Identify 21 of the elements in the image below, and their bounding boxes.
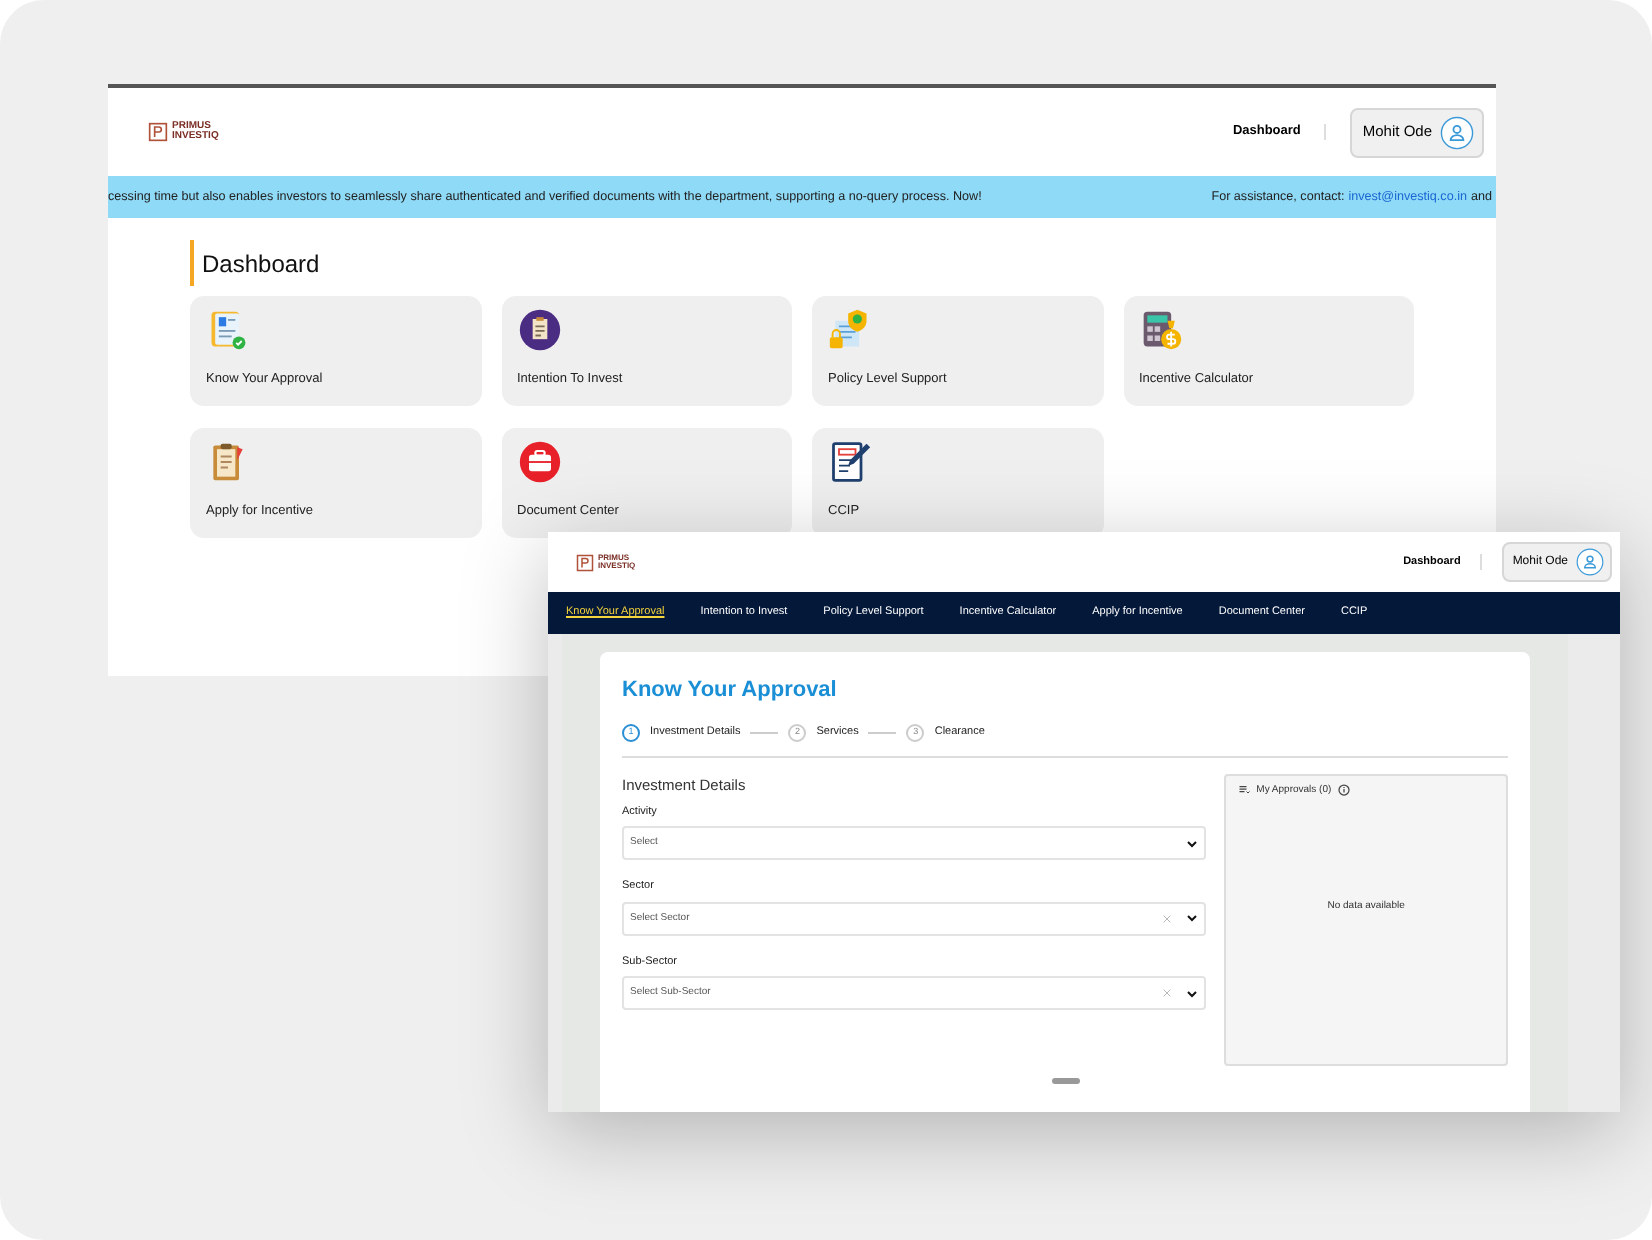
scroll-handle[interactable] — [1051, 1077, 1079, 1083]
profile-icon — [206, 308, 250, 352]
calculator-icon — [1139, 308, 1183, 352]
user-icon — [1576, 548, 1604, 576]
info-icon — [1337, 784, 1350, 797]
title-accent-bar — [190, 240, 194, 286]
logo-icon — [148, 122, 168, 142]
chevron-down-icon — [1186, 837, 1199, 850]
shield-icon — [828, 308, 872, 352]
clear-icon — [1162, 988, 1173, 999]
form-icon — [828, 440, 872, 484]
form-title: Know Your Approval — [622, 676, 839, 706]
clear-icon — [1162, 913, 1173, 924]
page-title: Dashboard — [202, 247, 320, 281]
clipboard-icon — [517, 308, 561, 352]
chevron-down-icon — [1186, 912, 1199, 925]
chevron-down-icon — [1186, 987, 1199, 1000]
list-icon — [1238, 784, 1251, 797]
user-icon — [1440, 115, 1474, 149]
logo-icon — [576, 553, 594, 571]
briefcase-icon — [517, 440, 561, 484]
